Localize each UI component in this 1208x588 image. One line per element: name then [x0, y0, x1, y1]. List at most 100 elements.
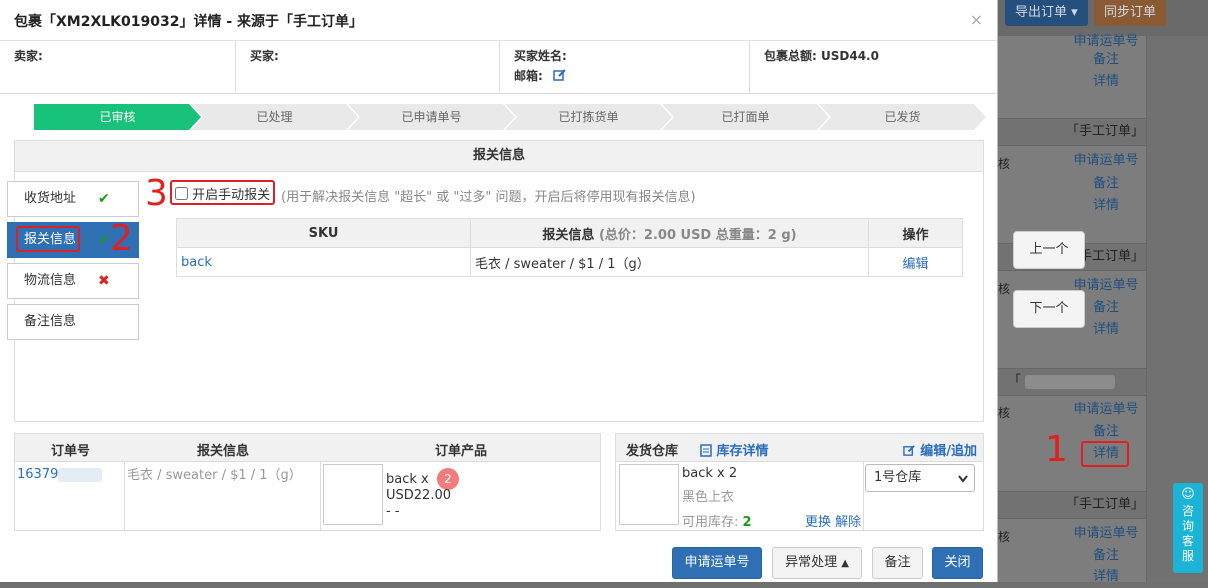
product-price: USD22.00 [386, 488, 451, 503]
close-icon[interactable]: × [970, 10, 983, 29]
manual-customs-checkbox[interactable] [175, 187, 188, 200]
bg-apply-link[interactable]: 申请运单号 [1066, 150, 1146, 172]
column-header: SKU [176, 218, 471, 248]
quantity-badge: 2 [436, 468, 459, 490]
check-icon: ✔ [98, 191, 110, 207]
stock-value: 2 [742, 515, 752, 530]
warehouse-header: 发货仓库 库存详情 编辑/追加 [616, 434, 983, 462]
manual-customs-label: 开启手动报关 [192, 188, 271, 203]
sidebar-item-address[interactable]: 收货地址 ✔ [7, 181, 139, 217]
caret-up-icon: ▲ [841, 558, 849, 569]
product-extra: - - [386, 504, 400, 519]
modal-header: 包裹「XM2XLK019032」详情 - 来源于「手工订单」 × [0, 0, 997, 41]
step-label: 已申请单号 [401, 110, 462, 124]
sku-link[interactable]: back [181, 255, 212, 270]
step-1: 已审核 [34, 104, 201, 130]
customs-table: SKU 报关信息 (总价：2.00 USD 总重量：2 g) 操作 back 毛… [176, 218, 963, 277]
sku-cell[interactable]: back [176, 247, 471, 277]
total-value: USD44.0 [821, 49, 879, 63]
close-button[interactable]: 关闭 [932, 547, 983, 579]
item-name: back x 2 [682, 466, 738, 481]
total-amount: 包裹总额: USD44.0 [750, 41, 997, 93]
sidebar-item-label: 备注信息 [24, 314, 77, 329]
bg-detail-link[interactable]: 详情 [1066, 195, 1146, 217]
sync-order-button[interactable]: 同步订单 [1094, 0, 1167, 26]
release-link[interactable]: 解除 [835, 515, 861, 530]
bg-note-link[interactable]: 备注 [1066, 173, 1146, 195]
bg-note-link[interactable]: 备注 [1066, 49, 1146, 71]
order-number[interactable]: 16379 [17, 467, 103, 482]
export-order-button[interactable]: 导出订单 ▾ [1005, 0, 1088, 26]
bg-status: 核 [998, 530, 1011, 544]
column-header: 报关信息 (总价：2.00 USD 总重量：2 g) [470, 218, 869, 248]
info-header-sub: (总价：2.00 USD 总重量：2 g) [598, 227, 797, 243]
step-label: 已发货 [884, 110, 921, 124]
bg-manual-order: 「手工订单」 [998, 118, 1146, 146]
sidebar-item-notes[interactable]: 备注信息 [7, 304, 139, 340]
step-3: 已申请单号 [348, 104, 515, 130]
replace-link[interactable]: 更换 [805, 515, 831, 530]
product-name-text: back x [386, 472, 429, 487]
stock-detail-link[interactable]: 库存详情 [700, 440, 769, 459]
exception-label: 异常处理 [785, 555, 838, 570]
order-table: 订单号 报关信息 订单产品 16379 毛衣 / sweater / $1 / … [14, 433, 601, 531]
divider [863, 462, 864, 531]
annotation-1: 1 [1045, 429, 1068, 470]
stock-label: 可用库存: [682, 515, 739, 530]
buyer-label: 买家: [236, 41, 500, 93]
table-header-row: SKU 报关信息 (总价：2.00 USD 总重量：2 g) 操作 [176, 218, 963, 248]
edit-add-link[interactable]: 编辑/追加 [902, 440, 977, 459]
chat-support-button[interactable]: ☺ 咨询客服 [1173, 483, 1203, 573]
edit-link[interactable]: 编辑 [902, 257, 928, 272]
chat-support-label: 咨询客服 [1181, 504, 1194, 563]
bg-apply-link[interactable]: 申请运单号 [1066, 399, 1146, 421]
annotation-3: 3 [145, 173, 168, 214]
exception-button[interactable]: 异常处理 ▲ [772, 547, 862, 579]
prev-button[interactable]: 上一个 [1013, 231, 1085, 269]
step-label: 已审核 [99, 110, 136, 124]
edit-icon[interactable] [553, 68, 567, 82]
op-cell[interactable]: 编辑 [868, 247, 963, 277]
column-header: 订单号 [51, 444, 91, 459]
manual-customs-toggle[interactable]: 开启手动报关 [175, 184, 270, 203]
item-image [619, 464, 679, 525]
buyer-info: 买家姓名: 邮箱: [500, 41, 750, 93]
column-header: 操作 [868, 218, 963, 248]
warehouse-select-value: 1号仓库 [874, 470, 922, 485]
cross-icon: ✖ [98, 273, 110, 289]
bg-detail-link[interactable]: 详情 [1066, 566, 1146, 588]
order-declare: 毛衣 / sweater / $1 / 1（g） [127, 468, 302, 483]
warehouse-select[interactable]: 1号仓库 [865, 464, 975, 492]
info-header-label: 报关信息 [542, 227, 595, 243]
divider [124, 462, 125, 531]
bg-note-link[interactable]: 备注 [1066, 545, 1146, 567]
declare-cell: 毛衣 / sweater / $1 / 1（g） [470, 247, 869, 277]
step-4: 已打拣货单 [505, 104, 672, 130]
sidebar-item-logistics[interactable]: 物流信息 ✖ [7, 263, 139, 299]
chevron-down-icon [958, 475, 968, 483]
order-number-link[interactable]: 16379 [17, 467, 58, 482]
bg-status: 核 [998, 157, 1011, 171]
note-button[interactable]: 备注 [872, 547, 923, 579]
next-button[interactable]: 下一个 [1013, 290, 1085, 328]
bg-note-link[interactable]: 备注 [1066, 421, 1146, 443]
check-icon: ✔ [98, 232, 110, 248]
edit-add-label: 编辑/追加 [920, 444, 977, 459]
warehouse-panel: 发货仓库 库存详情 编辑/追加 back x 2 黑色上衣 可用库存: 2 更换… [615, 433, 984, 531]
apply-tracking-button[interactable]: 申请运单号 [672, 547, 762, 579]
divider [320, 462, 321, 531]
document-icon [700, 444, 712, 457]
sidebar-item-label: 物流信息 [24, 273, 77, 288]
sidebar-item-label: 收货地址 [24, 191, 77, 206]
warehouse-label: 发货仓库 [626, 444, 679, 459]
panel-title: 报关信息 [15, 141, 983, 172]
bg-status: 核 [998, 282, 1011, 296]
step-label: 已打拣货单 [558, 110, 619, 124]
step-2: 已处理 [191, 104, 358, 130]
bg-detail-link[interactable]: 详情 [1066, 71, 1146, 93]
product-name: back x 2 [386, 468, 459, 490]
bg-apply-link[interactable]: 申请运单号 [1066, 523, 1146, 545]
annotation-1-box [1081, 441, 1129, 467]
step-6: 已发货 [819, 104, 986, 130]
step-label: 已处理 [256, 110, 293, 124]
